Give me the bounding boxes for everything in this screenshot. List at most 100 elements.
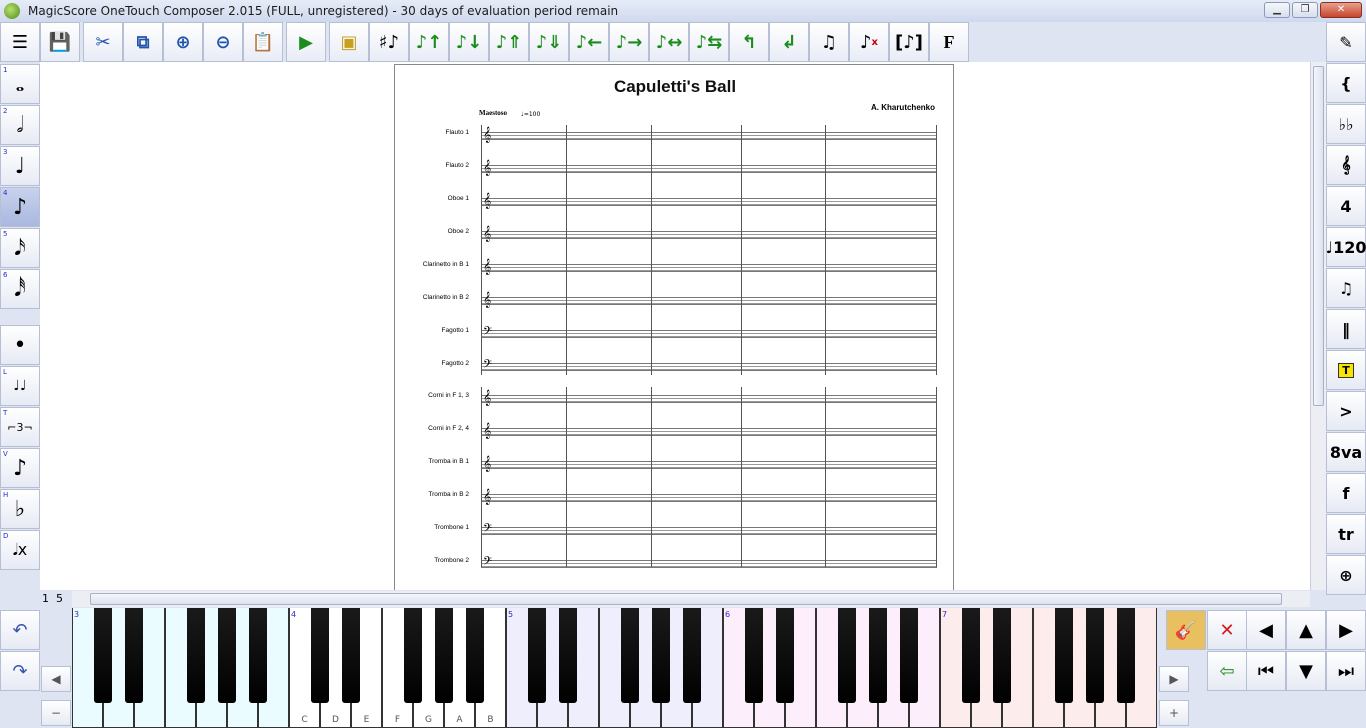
piano-black-key[interactable] — [528, 608, 546, 703]
tie-button[interactable]: L ♩♩ — [0, 366, 40, 406]
triplet-button[interactable]: T ⌐3¬ — [0, 407, 40, 447]
clef-icon[interactable]: 𝄞 — [1326, 145, 1366, 185]
quarter-note-button[interactable]: 3 ♩ — [0, 146, 40, 186]
ottava-icon[interactable]: 8va — [1326, 432, 1366, 472]
piano-black-key[interactable] — [683, 608, 701, 703]
save-icon[interactable]: 💾 — [40, 22, 80, 62]
piano-black-key[interactable] — [94, 608, 112, 703]
redo-icon[interactable]: ↷ — [0, 651, 40, 691]
piano-black-key[interactable] — [125, 608, 143, 703]
move-left-icon[interactable]: ♪← — [569, 22, 609, 62]
piano-black-key[interactable] — [435, 608, 453, 703]
text-icon[interactable]: T — [1326, 350, 1366, 390]
half-note-button[interactable]: 2 𝅗𝅥 — [0, 105, 40, 145]
minimize-button[interactable]: ▁ — [1264, 2, 1290, 18]
play-icon[interactable]: ▶ — [286, 22, 326, 62]
piano-black-key[interactable] — [187, 608, 205, 703]
key-signature-icon[interactable]: ♭♭ — [1326, 104, 1366, 144]
piano-black-key[interactable] — [962, 608, 980, 703]
record-icon[interactable]: ▣ — [329, 22, 369, 62]
piano-black-key[interactable] — [621, 608, 639, 703]
half-note-icon: 𝅗𝅥 — [16, 112, 24, 138]
sixteenth-note-button[interactable]: 5 𝅘𝅥𝅯 — [0, 228, 40, 268]
tie-up-icon[interactable]: ↰ — [729, 22, 769, 62]
font-icon[interactable]: F — [929, 22, 969, 62]
cancel-icon[interactable]: ✕ — [1207, 610, 1247, 650]
last-icon[interactable]: ⏭ — [1326, 651, 1366, 691]
close-button[interactable]: ✕ — [1320, 2, 1362, 18]
expand-icon[interactable]: ♪↔ — [649, 22, 689, 62]
grace-note-icon[interactable]: [♪] — [889, 22, 929, 62]
copy-icon[interactable]: ⧉ — [123, 22, 163, 62]
menu-icon[interactable]: ☰ — [0, 22, 40, 62]
maximize-button[interactable]: ❐ — [1292, 2, 1318, 18]
down-arrow-icon[interactable]: ▼ — [1286, 651, 1326, 691]
left-arrow-icon[interactable]: ◀ — [1246, 610, 1286, 650]
enter-icon[interactable]: ⇦ — [1207, 651, 1247, 691]
dynamics-icon[interactable]: f — [1326, 473, 1366, 513]
tuplet-icon[interactable]: ♫ — [1326, 268, 1366, 308]
undo-icon[interactable]: ↶ — [0, 610, 40, 650]
pencil-icon[interactable]: ✎ — [1326, 22, 1366, 62]
accidental-icon[interactable]: ♯♪ — [369, 22, 409, 62]
horizontal-scrollbar[interactable] — [72, 591, 1310, 607]
piano-black-key[interactable] — [1055, 608, 1073, 703]
shrink-icon[interactable]: ♪⇆ — [689, 22, 729, 62]
piano-black-key[interactable] — [466, 608, 484, 703]
grace-button[interactable]: V ♪ — [0, 448, 40, 488]
flat-button[interactable]: H ♭ — [0, 489, 40, 529]
time-signature-icon[interactable]: 4 — [1326, 186, 1366, 226]
piano-black-key[interactable] — [1086, 608, 1104, 703]
horizontal-scroll-thumb[interactable] — [90, 593, 1282, 605]
whole-note-button[interactable]: 1 𝅝 — [0, 64, 40, 104]
tempo-icon[interactable]: ♩ 120 — [1326, 227, 1366, 267]
note-up-icon[interactable]: ♪↑ — [409, 22, 449, 62]
piano-black-key[interactable] — [559, 608, 577, 703]
scroll-left-icon[interactable]: ◀ — [41, 666, 71, 692]
move-right-icon[interactable]: ♪→ — [609, 22, 649, 62]
piano-black-key[interactable] — [900, 608, 918, 703]
delete-note-icon[interactable]: ♪ x — [849, 22, 889, 62]
zoom-in-icon[interactable]: ⊕ — [163, 22, 203, 62]
coda-icon[interactable]: ⊕ — [1326, 555, 1366, 595]
zoom-out-keyboard-icon[interactable]: − — [41, 700, 71, 726]
score-canvas[interactable]: Capuletti's Ball A. Kharutchenko Maestos… — [40, 62, 1310, 590]
guitar-icon[interactable]: 🎸 — [1166, 610, 1206, 650]
piano-black-key[interactable] — [311, 608, 329, 703]
brace-icon[interactable]: { — [1326, 63, 1366, 103]
piano-black-key[interactable] — [776, 608, 794, 703]
note-down-icon[interactable]: ♪↓ — [449, 22, 489, 62]
piano-black-key[interactable] — [249, 608, 267, 703]
piano-black-key[interactable] — [993, 608, 1011, 703]
zoom-in-keyboard-icon[interactable]: + — [1159, 700, 1189, 726]
octave-down-icon[interactable]: ♪⇓ — [529, 22, 569, 62]
zoom-out-icon[interactable]: ⊖ — [203, 22, 243, 62]
trill-icon[interactable]: tr — [1326, 514, 1366, 554]
piano-black-key[interactable] — [404, 608, 422, 703]
piano-black-key[interactable] — [869, 608, 887, 703]
piano-black-key[interactable] — [1117, 608, 1135, 703]
thirtysecond-note-button[interactable]: 6 𝅘𝅥𝅰 — [0, 269, 40, 309]
piano-keyboard[interactable]: 3 C D E F G A B 4 5 6 7 — [72, 608, 1158, 728]
barline-icon[interactable]: ‖ — [1326, 309, 1366, 349]
piano-black-key[interactable] — [342, 608, 360, 703]
tie-down-icon[interactable]: ↲ — [769, 22, 809, 62]
piano-black-key[interactable] — [652, 608, 670, 703]
vertical-scrollbar[interactable] — [1310, 62, 1326, 590]
piano-black-key[interactable] — [218, 608, 236, 703]
right-arrow-icon[interactable]: ▶ — [1326, 610, 1366, 650]
accent-icon[interactable]: > — [1326, 391, 1366, 431]
vertical-scroll-thumb[interactable] — [1313, 66, 1324, 406]
eighth-note-button[interactable]: 4 ♪ — [0, 187, 40, 227]
delete-button[interactable]: D 𝅘𝅥x — [0, 530, 40, 570]
piano-black-key[interactable] — [838, 608, 856, 703]
piano-black-key[interactable] — [745, 608, 763, 703]
first-icon[interactable]: ⏮ — [1246, 651, 1286, 691]
scroll-right-icon[interactable]: ▶ — [1159, 666, 1189, 692]
beam-icon[interactable]: ♫ — [809, 22, 849, 62]
cut-icon[interactable]: ✂ — [83, 22, 123, 62]
dot-button[interactable]: • — [0, 325, 40, 365]
paste-icon[interactable]: 📋 — [243, 22, 283, 62]
octave-up-icon[interactable]: ♪⇑ — [489, 22, 529, 62]
up-arrow-icon[interactable]: ▲ — [1286, 610, 1326, 650]
